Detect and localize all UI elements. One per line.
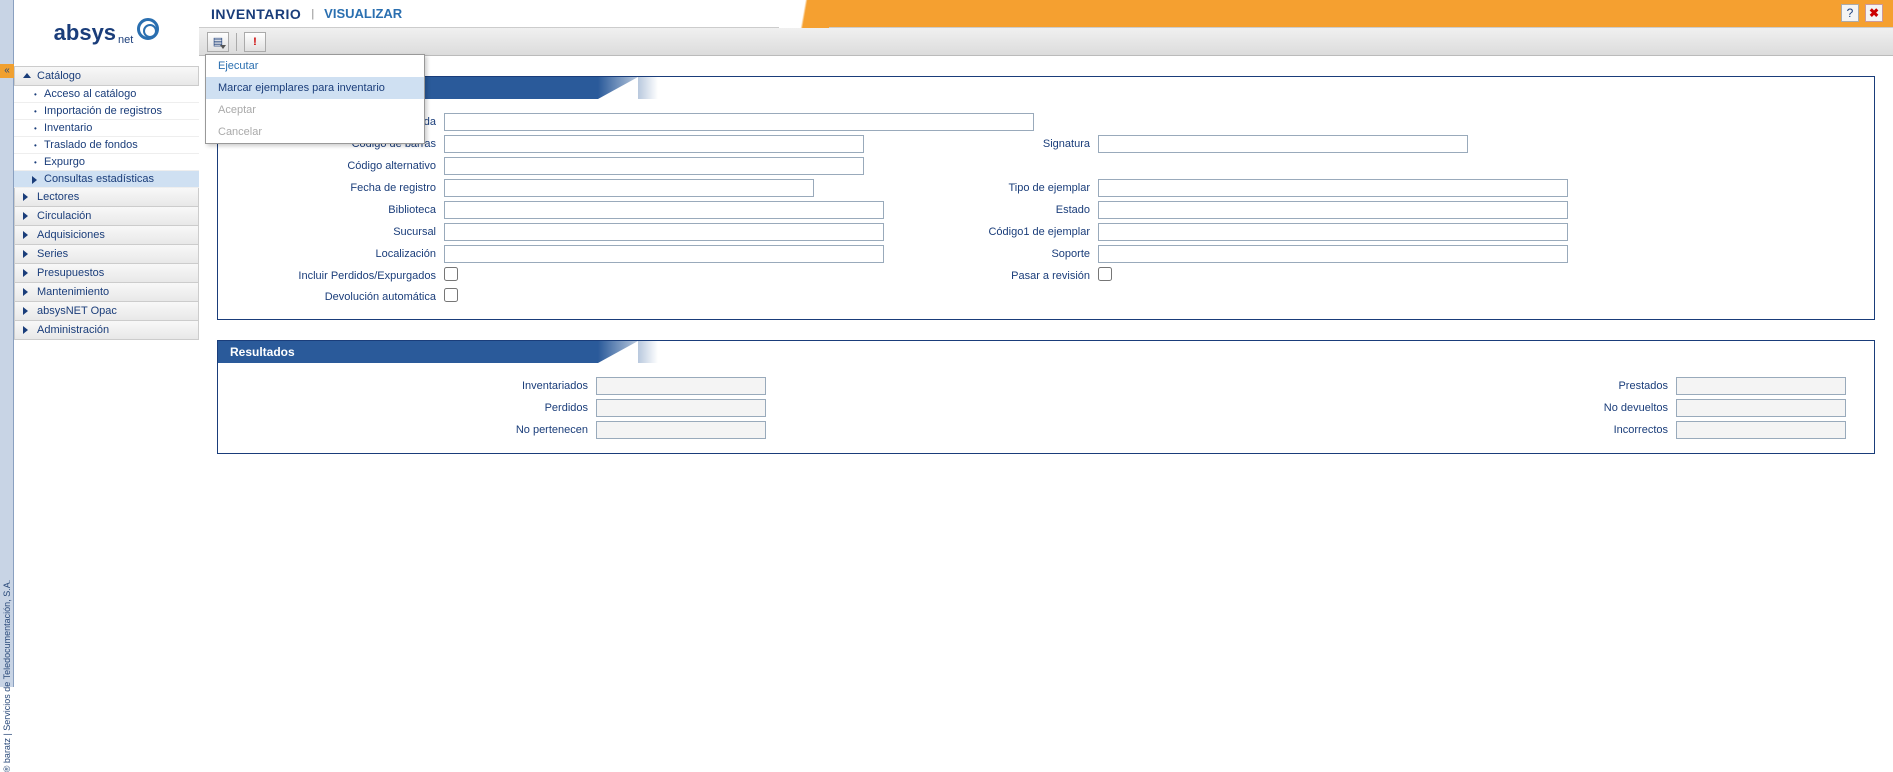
input-biblioteca[interactable] [444, 201, 884, 219]
input-soporte[interactable] [1098, 245, 1568, 263]
input-estado[interactable] [1098, 201, 1568, 219]
nav-sub-importacion[interactable]: Importación de registros [14, 103, 199, 120]
input-fecha-reg[interactable] [444, 179, 814, 197]
label-tipo-ejemplar: Tipo de ejemplar [920, 182, 1090, 194]
dd-cancelar: Cancelar [206, 121, 424, 143]
dd-ejecutar[interactable]: Ejecutar [206, 55, 424, 77]
toolbar-divider [236, 33, 237, 51]
logo-sub: net [118, 34, 133, 46]
chevron-right-icon [23, 269, 28, 277]
chevron-right-icon [23, 212, 28, 220]
nav-sub-traslado[interactable]: Traslado de fondos [14, 137, 199, 154]
label-soporte: Soporte [920, 248, 1090, 260]
results-panel: Resultados Inventariados Prestados Perdi… [217, 340, 1875, 454]
label-incluir: Incluir Perdidos/Expurgados [236, 270, 436, 282]
label-devolucion: Devolución automática [236, 291, 436, 303]
input-fichero[interactable] [444, 113, 1034, 131]
output-no-pertenecen [596, 421, 766, 439]
label-prestados: Prestados [1536, 380, 1676, 392]
chevron-right-icon [23, 231, 28, 239]
page-title: INVENTARIO [211, 6, 301, 22]
label-inventariados: Inventariados [236, 380, 596, 392]
help-icon[interactable]: ? [1841, 4, 1859, 22]
nav: Catálogo Acceso al catálogo Importación … [14, 66, 199, 340]
nav-administracion[interactable]: Administración [14, 321, 199, 340]
output-incorrectos [1676, 421, 1846, 439]
checkbox-devolucion[interactable] [444, 288, 458, 302]
chevron-right-icon [23, 326, 28, 334]
chevron-up-icon [23, 73, 31, 78]
nav-sub-expurgo[interactable]: Expurgo [14, 154, 199, 171]
label-incorrectos: Incorrectos [1536, 424, 1676, 436]
dd-aceptar: Aceptar [206, 99, 424, 121]
nav-sub-acceso[interactable]: Acceso al catálogo [14, 86, 199, 103]
copyright-strip: « ® baratz | Servicios de Teledocumentac… [0, 0, 14, 687]
chevron-right-icon [23, 250, 28, 258]
label-no-pertenecen: No pertenecen [236, 424, 596, 436]
nav-opac[interactable]: absysNET Opac [14, 302, 199, 321]
nav-sub-inventario[interactable]: Inventario [14, 120, 199, 137]
chevron-right-icon [23, 193, 28, 201]
title-separator: | [311, 8, 314, 20]
input-localizacion[interactable] [444, 245, 884, 263]
results-panel-header: Resultados [218, 341, 1874, 363]
nav-circulacion[interactable]: Circulación [14, 207, 199, 226]
content: Fichero de salida Código de barras Signa… [199, 56, 1893, 687]
output-perdidos [596, 399, 766, 417]
label-biblioteca: Biblioteca [236, 204, 436, 216]
input-codigo-alt[interactable] [444, 157, 864, 175]
actions-dropdown-button[interactable]: ▤ [207, 32, 229, 52]
nav-adquisiciones[interactable]: Adquisiciones [14, 226, 199, 245]
close-icon[interactable]: ✖ [1865, 4, 1883, 22]
nav-catalogo[interactable]: Catálogo [14, 67, 199, 86]
actions-dropdown-menu: Ejecutar Marcar ejemplares para inventar… [205, 54, 425, 144]
header: INVENTARIO | VISUALIZAR ? ✖ [199, 0, 1893, 28]
checkbox-pasar[interactable] [1098, 267, 1112, 281]
label-perdidos: Perdidos [236, 402, 596, 414]
output-prestados [1676, 377, 1846, 395]
output-inventariados [596, 377, 766, 395]
toolbar: ▤ ! Ejecutar Marcar ejemplares para inve… [199, 28, 1893, 56]
form-panel: Fichero de salida Código de barras Signa… [217, 76, 1875, 320]
execute-button[interactable]: ! [244, 32, 266, 52]
main: INVENTARIO | VISUALIZAR ? ✖ ▤ ! Ejecutar… [199, 0, 1893, 687]
chevron-right-icon [23, 307, 28, 315]
nav-series[interactable]: Series [14, 245, 199, 264]
label-pasar: Pasar a revisión [920, 270, 1090, 282]
input-tipo-ejemplar[interactable] [1098, 179, 1568, 197]
copyright-text: ® baratz | Servicios de Teledocumentació… [2, 580, 12, 772]
output-no-devueltos [1676, 399, 1846, 417]
header-decoration [779, 0, 829, 28]
label-fecha-reg: Fecha de registro [236, 182, 436, 194]
label-codigo1: Código1 de ejemplar [920, 226, 1090, 238]
nav-presupuestos[interactable]: Presupuestos [14, 264, 199, 283]
label-sucursal: Sucursal [236, 226, 436, 238]
label-codigo-alt: Código alternativo [236, 160, 436, 172]
dd-marcar[interactable]: Marcar ejemplares para inventario [206, 77, 424, 99]
nav-catalogo-label: Catálogo [37, 70, 81, 82]
label-estado: Estado [920, 204, 1090, 216]
chevron-right-icon [23, 288, 28, 296]
label-localizacion: Localización [236, 248, 436, 260]
logo: absysnet [14, 0, 199, 66]
label-no-devueltos: No devueltos [1536, 402, 1676, 414]
checkbox-incluir[interactable] [444, 267, 458, 281]
logo-spiral-icon [137, 18, 159, 40]
input-codigo-barras[interactable] [444, 135, 864, 153]
input-signatura[interactable] [1098, 135, 1468, 153]
form-panel-header [218, 77, 1874, 99]
collapse-sidebar-icon[interactable]: « [0, 64, 14, 78]
page-subtitle: VISUALIZAR [324, 6, 402, 21]
sidebar: absysnet Catálogo Acceso al catálogo Imp… [14, 0, 199, 687]
input-sucursal[interactable] [444, 223, 884, 241]
nav-lectores[interactable]: Lectores [14, 188, 199, 207]
label-signatura: Signatura [920, 138, 1090, 150]
input-codigo1[interactable] [1098, 223, 1568, 241]
nav-sub-consultas[interactable]: Consultas estadísticas [14, 171, 199, 188]
logo-main: absys [54, 20, 116, 46]
document-icon: ▤ [213, 35, 223, 48]
nav-mantenimiento[interactable]: Mantenimiento [14, 283, 199, 302]
